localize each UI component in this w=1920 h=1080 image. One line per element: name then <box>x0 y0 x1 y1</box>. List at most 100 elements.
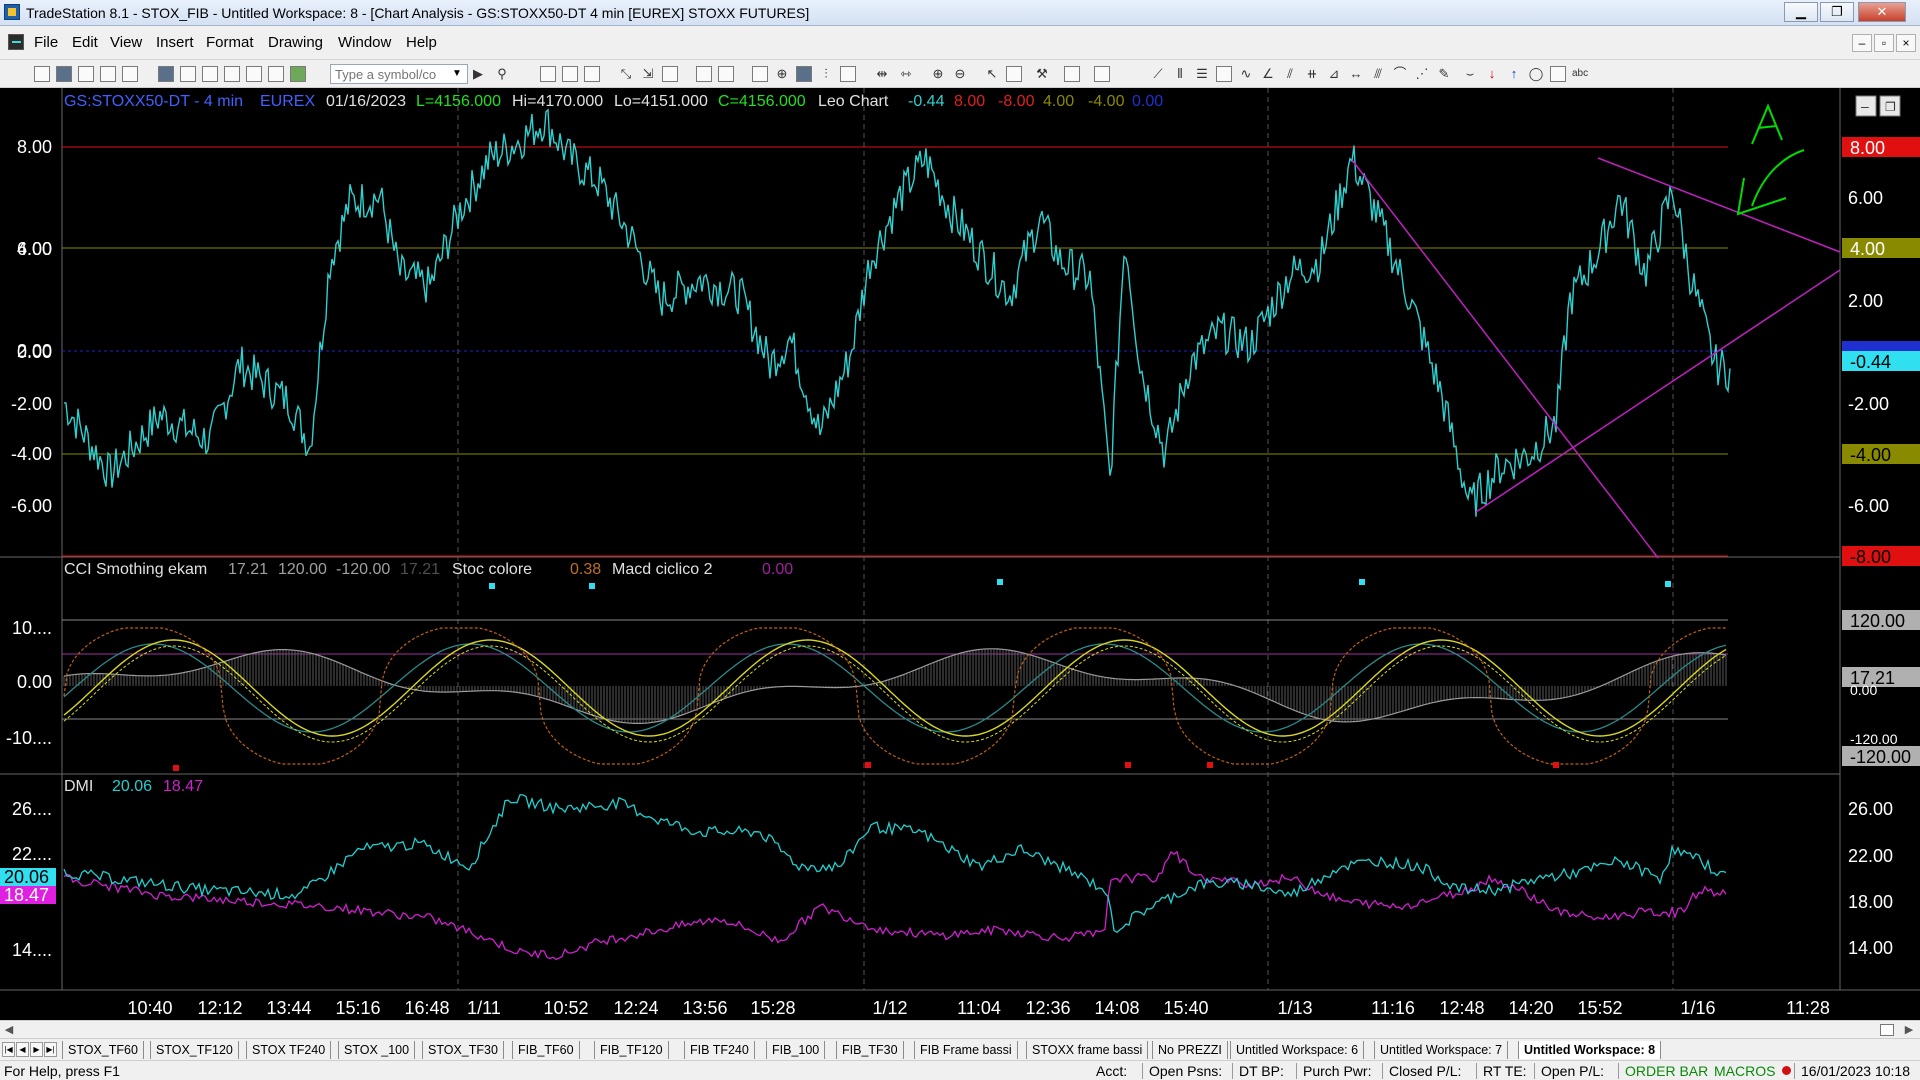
disabled-tool-icon[interactable] <box>1094 66 1110 82</box>
symbol-input[interactable] <box>330 64 468 84</box>
new-workspace-icon[interactable] <box>100 66 116 82</box>
menu-help[interactable]: Help <box>406 34 437 51</box>
chart-analysis-window[interactable]: GS:STOXX50-DT - 4 min EUREX 01/16/2023 L… <box>0 88 1920 1020</box>
data-window-icon[interactable] <box>796 66 812 82</box>
workspace-tab[interactable]: No PREZZI <box>1152 1041 1228 1059</box>
workspace-tab[interactable]: FIB_TF60 <box>512 1041 580 1059</box>
workspace-tab[interactable]: STOX_TF120 <box>150 1041 239 1059</box>
scroll-left-icon[interactable]: ◀ <box>2 1023 16 1037</box>
workspace-tab[interactable]: STOXX frame bassi <box>1026 1041 1149 1059</box>
chart-toolbar-icon[interactable] <box>540 66 556 82</box>
chevron-down-icon[interactable]: ▼ <box>450 66 464 82</box>
angle-tool-icon[interactable]: ∠ <box>1260 66 1276 82</box>
horizontal-lines-icon[interactable]: ☰ <box>1194 66 1210 82</box>
zoom-in-icon[interactable]: ⊕ <box>930 66 946 82</box>
save-icon[interactable] <box>78 66 94 82</box>
speed-lines-icon[interactable]: ⊿ <box>1326 66 1342 82</box>
scroll-right-icon[interactable]: ▶ <box>1902 1023 1916 1037</box>
format-icon[interactable] <box>1064 66 1080 82</box>
print-preview-icon[interactable] <box>158 66 174 82</box>
scrollbar-thumb[interactable] <box>1880 1024 1894 1036</box>
play-icon[interactable]: ▶ <box>470 66 486 82</box>
hammer-icon[interactable]: ⚒ <box>1034 66 1050 82</box>
copy-icon[interactable] <box>202 66 218 82</box>
text-tool-icon[interactable]: abc <box>1572 66 1588 82</box>
crosshair-icon[interactable] <box>1006 66 1022 82</box>
close-window-button[interactable]: ✕ <box>1858 2 1906 22</box>
print-icon[interactable] <box>180 66 196 82</box>
trendline-down[interactable] <box>1351 159 1659 559</box>
curve-tool-icon[interactable]: ⌣ <box>1462 66 1478 82</box>
menu-view[interactable]: View <box>110 34 142 51</box>
mdi-minimize-button[interactable]: – <box>1852 34 1872 52</box>
workspace-tab[interactable]: FIB Frame bassi <box>914 1041 1018 1059</box>
globe-icon[interactable]: ⊕ <box>774 66 790 82</box>
menu-edit[interactable]: Edit <box>72 34 98 51</box>
news-icon[interactable] <box>752 66 768 82</box>
order-bar-status[interactable]: ORDER BAR <box>1618 1063 1708 1079</box>
rectangle-draw-icon[interactable] <box>1550 66 1566 82</box>
zoom-out-icon[interactable]: ⊖ <box>952 66 968 82</box>
arc-icon[interactable]: ⌒ <box>1392 66 1408 82</box>
menu-insert[interactable]: Insert <box>156 34 194 51</box>
menu-drawing[interactable]: Drawing <box>268 34 323 51</box>
fibonacci-icon[interactable]: ⧺ <box>1304 66 1320 82</box>
wave-tool-icon[interactable]: ∿ <box>1238 66 1254 82</box>
minimize-window-button[interactable]: ▁ <box>1784 2 1818 22</box>
workspace-tab[interactable]: STOX _100 <box>338 1041 416 1059</box>
tool-box-icon[interactable] <box>662 66 678 82</box>
chart-style-icon[interactable] <box>840 66 856 82</box>
radar-icon[interactable] <box>562 66 578 82</box>
workspace-tab[interactable]: STOX_TF60 <box>62 1041 144 1059</box>
workspace-tab[interactable]: FIB TF240 <box>684 1041 755 1059</box>
tool-link-icon[interactable]: ⤡ <box>618 66 634 82</box>
save-workspace-icon[interactable] <box>122 66 138 82</box>
tab-last-icon[interactable]: ▶| <box>44 1042 57 1057</box>
window-cascade-icon[interactable] <box>718 66 734 82</box>
workspace-tab[interactable]: Untitled Workspace: 8 <box>1518 1041 1662 1059</box>
menu-format[interactable]: Format <box>206 34 254 51</box>
macro-record-icon[interactable] <box>268 66 284 82</box>
chart-window-icon[interactable] <box>8 34 24 50</box>
lock-icon[interactable] <box>246 66 262 82</box>
workspace-tab[interactable]: FIB_100 <box>766 1041 826 1059</box>
horizontal-scrollbar[interactable]: ◀ ▶ <box>0 1020 1920 1038</box>
arrow-up-icon[interactable]: ↑ <box>1506 66 1522 82</box>
channel-icon[interactable]: ⫻ <box>1370 66 1386 82</box>
trendline-hash-icon[interactable]: ⫽ <box>1282 66 1298 82</box>
world-icon[interactable] <box>290 66 306 82</box>
menu-file[interactable]: File <box>34 34 58 51</box>
window-layout-icon[interactable] <box>696 66 712 82</box>
insert-bar-icon[interactable]: ⇹ <box>874 66 890 82</box>
symbol-lookup-icon[interactable]: ⚲ <box>494 66 510 82</box>
ellipse-tool-icon[interactable]: ◯ <box>1528 66 1544 82</box>
pencil-icon[interactable]: ✎ <box>1436 66 1452 82</box>
tab-prev-icon[interactable]: ◀ <box>16 1042 29 1057</box>
mdi-restore-button[interactable]: ▫ <box>1874 34 1894 52</box>
paste-icon[interactable] <box>224 66 240 82</box>
open-folder-icon[interactable] <box>56 66 72 82</box>
macros-status[interactable]: MACROS <box>1714 1063 1775 1079</box>
delete-bar-icon[interactable]: ⇿ <box>898 66 914 82</box>
tool-arrow-icon[interactable]: ⇲ <box>640 66 656 82</box>
trendline-icon[interactable]: ⟋ <box>1150 66 1166 82</box>
mdi-close-button[interactable]: × <box>1896 34 1916 52</box>
workspace-tab[interactable]: Untitled Workspace: 7 <box>1374 1041 1509 1059</box>
bar-type-icon[interactable]: ⫶ <box>818 66 834 82</box>
chart-canvas[interactable]: GS:STOXX50-DT - 4 min EUREX 01/16/2023 L… <box>0 88 1920 1020</box>
workspace-tab[interactable]: FIB_TF120 <box>594 1041 669 1059</box>
rectangle-tool-icon[interactable] <box>1216 66 1232 82</box>
tab-first-icon[interactable]: |◀ <box>2 1042 15 1057</box>
tab-next-icon[interactable]: ▶ <box>30 1042 43 1057</box>
gann-fan-icon[interactable]: ⋰ <box>1414 66 1430 82</box>
trendline-up[interactable] <box>1475 269 1841 513</box>
matrix-icon[interactable] <box>584 66 600 82</box>
menu-window[interactable]: Window <box>338 34 391 51</box>
new-document-icon[interactable] <box>34 66 50 82</box>
arrow-down-icon[interactable]: ↓ <box>1484 66 1500 82</box>
workspace-tab[interactable]: Untitled Workspace: 6 <box>1230 1041 1365 1059</box>
vertical-lines-icon[interactable]: ⦀ <box>1172 66 1188 82</box>
horizontal-arrow-icon[interactable]: ↔ <box>1348 66 1364 82</box>
workspace-tab[interactable]: FIB_TF30 <box>836 1041 904 1059</box>
pointer-icon[interactable]: ↖ <box>984 66 1000 82</box>
